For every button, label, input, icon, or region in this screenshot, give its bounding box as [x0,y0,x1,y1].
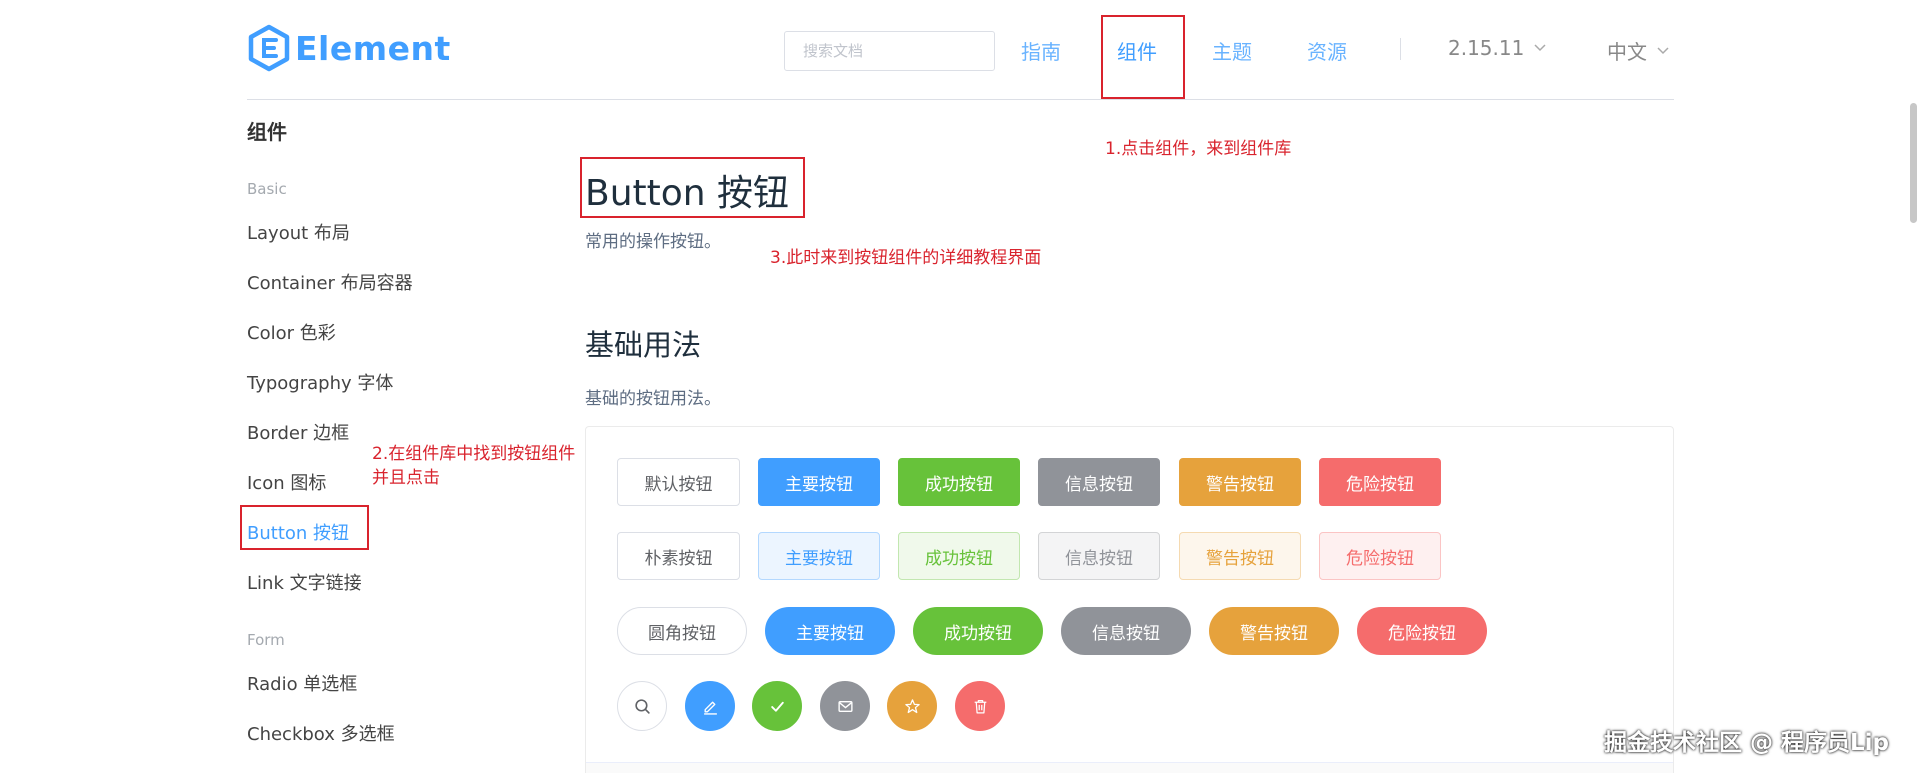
page-scrollbar[interactable] [1910,103,1917,223]
warning-button[interactable]: 警告按钮 [1179,458,1301,506]
sidebar-group-form: Form [247,631,285,649]
circle-message-button[interactable] [820,681,870,731]
sidebar-item-container[interactable]: Container 布局容器 [247,269,413,295]
element-logo[interactable]: Element [247,23,451,73]
round-primary-button[interactable]: 主要按钮 [765,607,895,655]
version-label: 2.15.11 [1448,36,1525,60]
round-info-button[interactable]: 信息按钮 [1061,607,1191,655]
annotation-step1: 1.点击组件，来到组件库 [1105,139,1292,159]
star-icon [904,698,920,713]
plain-success-button[interactable]: 成功按钮 [898,532,1020,580]
edit-icon [703,701,717,715]
round-success-button[interactable]: 成功按钮 [913,607,1043,655]
sidebar-item-radio[interactable]: Radio 单选框 [247,670,357,696]
element-logo-icon [248,24,290,72]
sidebar-item-link[interactable]: Link 文字链接 [247,569,362,595]
round-warning-button[interactable]: 警告按钮 [1209,607,1339,655]
nav-guide[interactable]: 指南 [1021,36,1061,65]
round-danger-button[interactable]: 危险按钮 [1357,607,1487,655]
header-divider [247,99,1674,100]
plain-info-button[interactable]: 信息按钮 [1038,532,1160,580]
message-icon [837,700,853,712]
nav-theme[interactable]: 主题 [1212,36,1252,65]
plain-button[interactable]: 朴素按钮 [617,532,740,580]
logo-text: Element [295,28,451,68]
success-button[interactable]: 成功按钮 [898,458,1020,506]
default-button[interactable]: 默认按钮 [617,458,740,506]
circle-search-button[interactable] [617,681,667,731]
sidebar-item-color[interactable]: Color 色彩 [247,319,336,345]
search-icon [634,698,650,714]
circle-edit-button[interactable] [685,681,735,731]
round-button[interactable]: 圆角按钮 [617,607,747,655]
nav-divider [1400,38,1401,60]
highlight-nav-component [1101,15,1185,99]
info-button[interactable]: 信息按钮 [1038,458,1160,506]
plain-primary-button[interactable]: 主要按钮 [758,532,880,580]
sidebar-item-border[interactable]: Border 边框 [247,419,349,445]
sidebar-group-basic: Basic [247,180,287,198]
delete-icon [974,699,986,714]
sidebar-item-checkbox[interactable]: Checkbox 多选框 [247,720,395,746]
primary-button[interactable]: 主要按钮 [758,458,880,506]
check-icon [770,701,784,712]
danger-button[interactable]: 危险按钮 [1319,458,1441,506]
annotation-step3: 3.此时来到按钮组件的详细教程界面 [770,248,1042,268]
language-label: 中文 [1607,40,1647,64]
language-dropdown[interactable]: 中文 [1607,36,1669,65]
highlight-page-title [580,157,805,218]
version-dropdown[interactable]: 2.15.11 [1448,36,1546,60]
search-input[interactable] [784,31,995,71]
page-description: 常用的操作按钮。 [585,232,721,252]
sidebar-item-layout[interactable]: Layout 布局 [247,219,350,245]
highlight-sidebar-button [240,505,369,550]
sidebar-item-typography[interactable]: Typography 字体 [247,369,393,395]
circle-check-button[interactable] [752,681,802,731]
sidebar-title: 组件 [247,120,287,144]
sidebar-item-icon[interactable]: Icon 图标 [247,469,326,495]
nav-resource[interactable]: 资源 [1307,36,1347,65]
plain-warning-button[interactable]: 警告按钮 [1179,532,1301,580]
section-title: 基础用法 [585,328,702,362]
plain-danger-button[interactable]: 危险按钮 [1319,532,1441,580]
annotation-step2-line1: 2.在组件库中找到按钮组件 [372,444,576,464]
demo-code-toggle[interactable] [586,762,1673,773]
circle-delete-button[interactable] [955,681,1005,731]
watermark: 掘金技术社区 @ 程序员Lip [1604,730,1890,756]
circle-star-button[interactable] [887,681,937,731]
chevron-down-icon [1657,46,1669,54]
annotation-step2-line2: 并且点击 [372,468,440,488]
chevron-down-icon [1534,44,1546,52]
section-description: 基础的按钮用法。 [585,389,721,409]
